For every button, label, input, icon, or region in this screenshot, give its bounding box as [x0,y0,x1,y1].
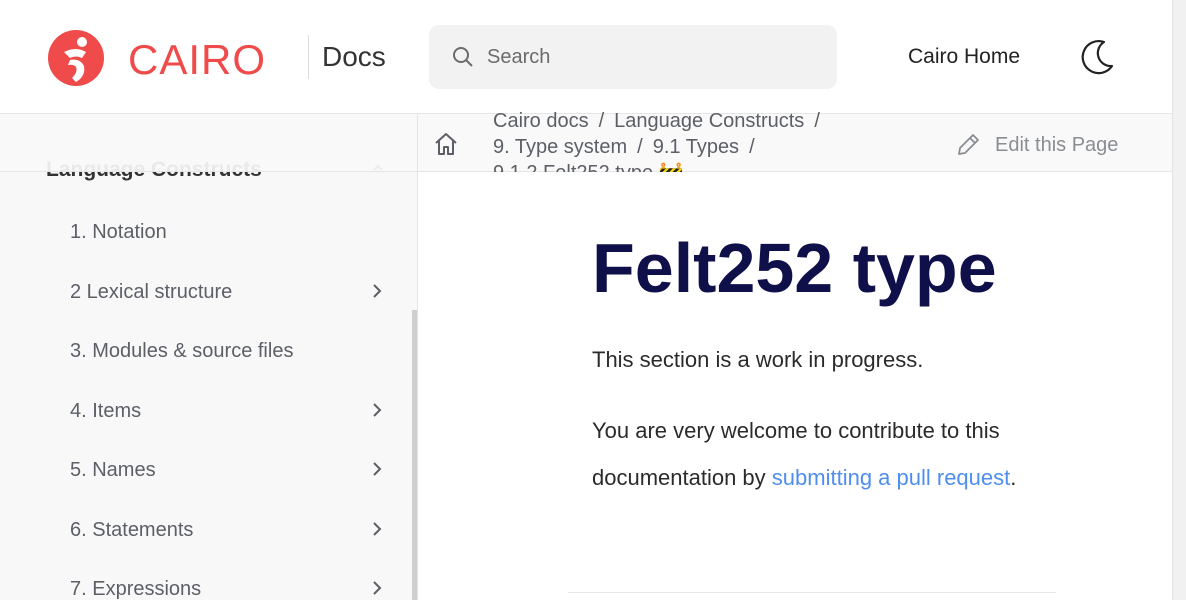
breadcrumb-item[interactable]: 9.1 Types [653,136,739,158]
sidebar-item-label: 4. Items [70,399,142,422]
page-scrollbar[interactable] [1172,0,1186,600]
sidebar-scrollbar[interactable] [412,310,417,600]
contribute-paragraph: You are very welcome to contribute to th… [592,408,1042,501]
docs-label[interactable]: Docs [322,40,386,74]
logo-wordmark[interactable]: CAIRO [128,36,266,84]
breadcrumb-divider [417,114,418,172]
search-input[interactable] [487,25,817,89]
home-icon[interactable] [432,130,460,158]
breadcrumb-item[interactable]: Language Constructs [614,110,804,132]
chevron-right-icon[interactable] [368,520,386,538]
moon-icon[interactable] [1080,38,1116,76]
contribute-text-end: . [1010,464,1017,490]
page-title: Felt252 type [592,229,997,307]
chevron-right-icon[interactable] [368,579,386,597]
main-content: Felt252 type This section is a work in p… [418,172,1172,600]
breadcrumb-item[interactable]: Cairo docs [493,110,589,132]
sidebar-item-lexical-structure[interactable]: 2 Lexical structure [0,264,417,324]
sidebar-item-label: 6. Statements [70,518,194,541]
sidebar-item-label: 3. Modules & source files [70,340,294,362]
sidebar-item-label: 1. Notation [70,221,167,243]
sidebar-item-statements[interactable]: 6. Statements [0,502,417,562]
sidebar-item-label: 2 Lexical structure [70,280,233,303]
search-icon [453,47,473,67]
sidebar-item-label: 7. Expressions [70,578,202,600]
sidebar-item-modules[interactable]: 3. Modules & source files [0,323,417,383]
cairo-home-link[interactable]: Cairo Home [908,44,1020,70]
content-divider [568,592,1056,593]
sidebar: Language Constructs 1. Notation 2 Lexica… [0,114,418,600]
pencil-icon [958,134,979,155]
logo-divider [308,35,309,79]
sidebar-item-notation[interactable]: 1. Notation [0,204,417,264]
chevron-right-icon[interactable] [368,401,386,419]
wip-notice: This section is a work in progress. [592,347,924,372]
site-header: CAIRO Docs Cairo Home [0,0,1172,114]
cairo-logo-icon[interactable] [46,30,108,86]
sidebar-item-expressions[interactable]: 7. Expressions [0,561,417,600]
chevron-right-icon[interactable] [368,460,386,478]
pull-request-link[interactable]: submitting a pull request [772,465,1010,490]
breadcrumb-item[interactable]: 9. Type system [493,136,627,158]
edit-page-label: Edit this Page [995,134,1119,156]
breadcrumb-separator: / [637,136,643,158]
sidebar-item-items[interactable]: 4. Items [0,383,417,443]
sidebar-item-names[interactable]: 5. Names [0,442,417,502]
breadcrumb-separator: / [598,110,605,132]
sidebar-item-label: 5. Names [70,459,156,481]
breadcrumb-bar: Cairo docs / Language Constructs / 9. Type … [0,110,1172,184]
breadcrumb-separator: / [814,110,820,132]
search-box[interactable] [429,25,837,89]
chevron-right-icon[interactable] [368,282,386,300]
breadcrumb-separator: / [749,136,755,158]
sidebar-nav: 1. Notation 2 Lexical structure 3. Modul… [0,204,417,600]
